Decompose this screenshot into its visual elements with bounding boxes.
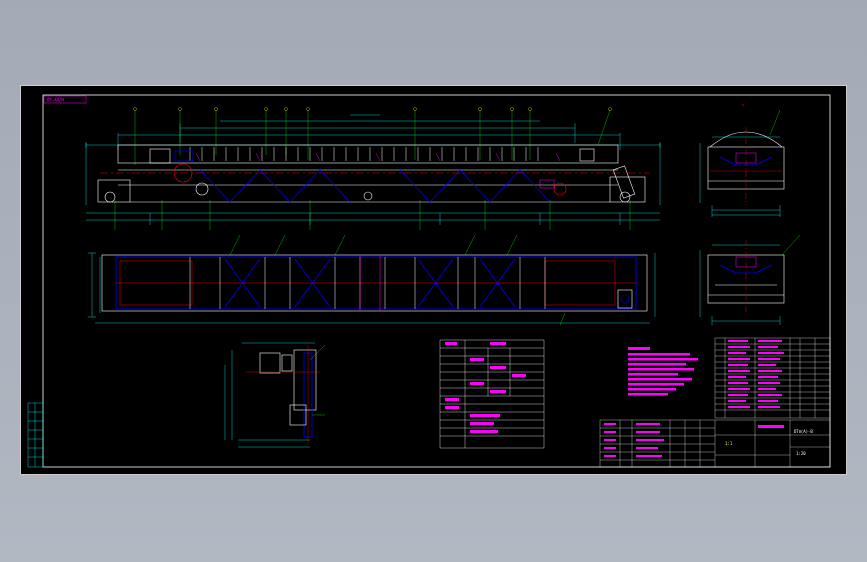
cad-drawing: DS-A4/H DTⅡ(A)-B 1:1 1:20	[20, 85, 847, 475]
plan-leaders	[229, 234, 566, 326]
revision-strip	[27, 402, 44, 468]
parameter-table-text	[445, 342, 526, 433]
idler-roller-icon	[363, 191, 373, 201]
drive-detail-view	[224, 342, 326, 448]
elevation-truss	[199, 169, 551, 203]
scale-label: 1:20	[796, 451, 806, 456]
section-view-b	[699, 234, 801, 325]
drawing-sheet: DS-A4/H DTⅡ(A)-B 1:1 1:20	[20, 85, 847, 475]
cad-viewport[interactable]: DS-A4/H DTⅡ(A)-B 1:1 1:20	[0, 0, 867, 562]
reducer	[174, 150, 194, 162]
drawing-number: DTⅡ(A)-B	[794, 429, 813, 434]
take-up-unit	[612, 165, 636, 199]
discharge-chute	[579, 148, 595, 162]
plan-view	[88, 234, 656, 326]
plan-dimensions	[88, 252, 656, 324]
drive-motor-icon	[259, 352, 281, 374]
tail-pulley-icon	[104, 191, 116, 203]
elevation-idler-supports	[195, 152, 561, 162]
plan-motor-icon	[617, 289, 633, 309]
technical-notes	[628, 347, 698, 396]
sheet-label: 1:1	[725, 441, 733, 446]
sheet-tag: DS-A4/H	[47, 98, 64, 103]
counterweight	[539, 179, 555, 189]
section-view-a	[699, 103, 785, 217]
elevation-idlers	[189, 147, 539, 161]
motor	[149, 148, 171, 164]
title-block	[599, 419, 831, 468]
elevation-balloons	[133, 107, 612, 111]
elevation-view	[85, 107, 661, 230]
